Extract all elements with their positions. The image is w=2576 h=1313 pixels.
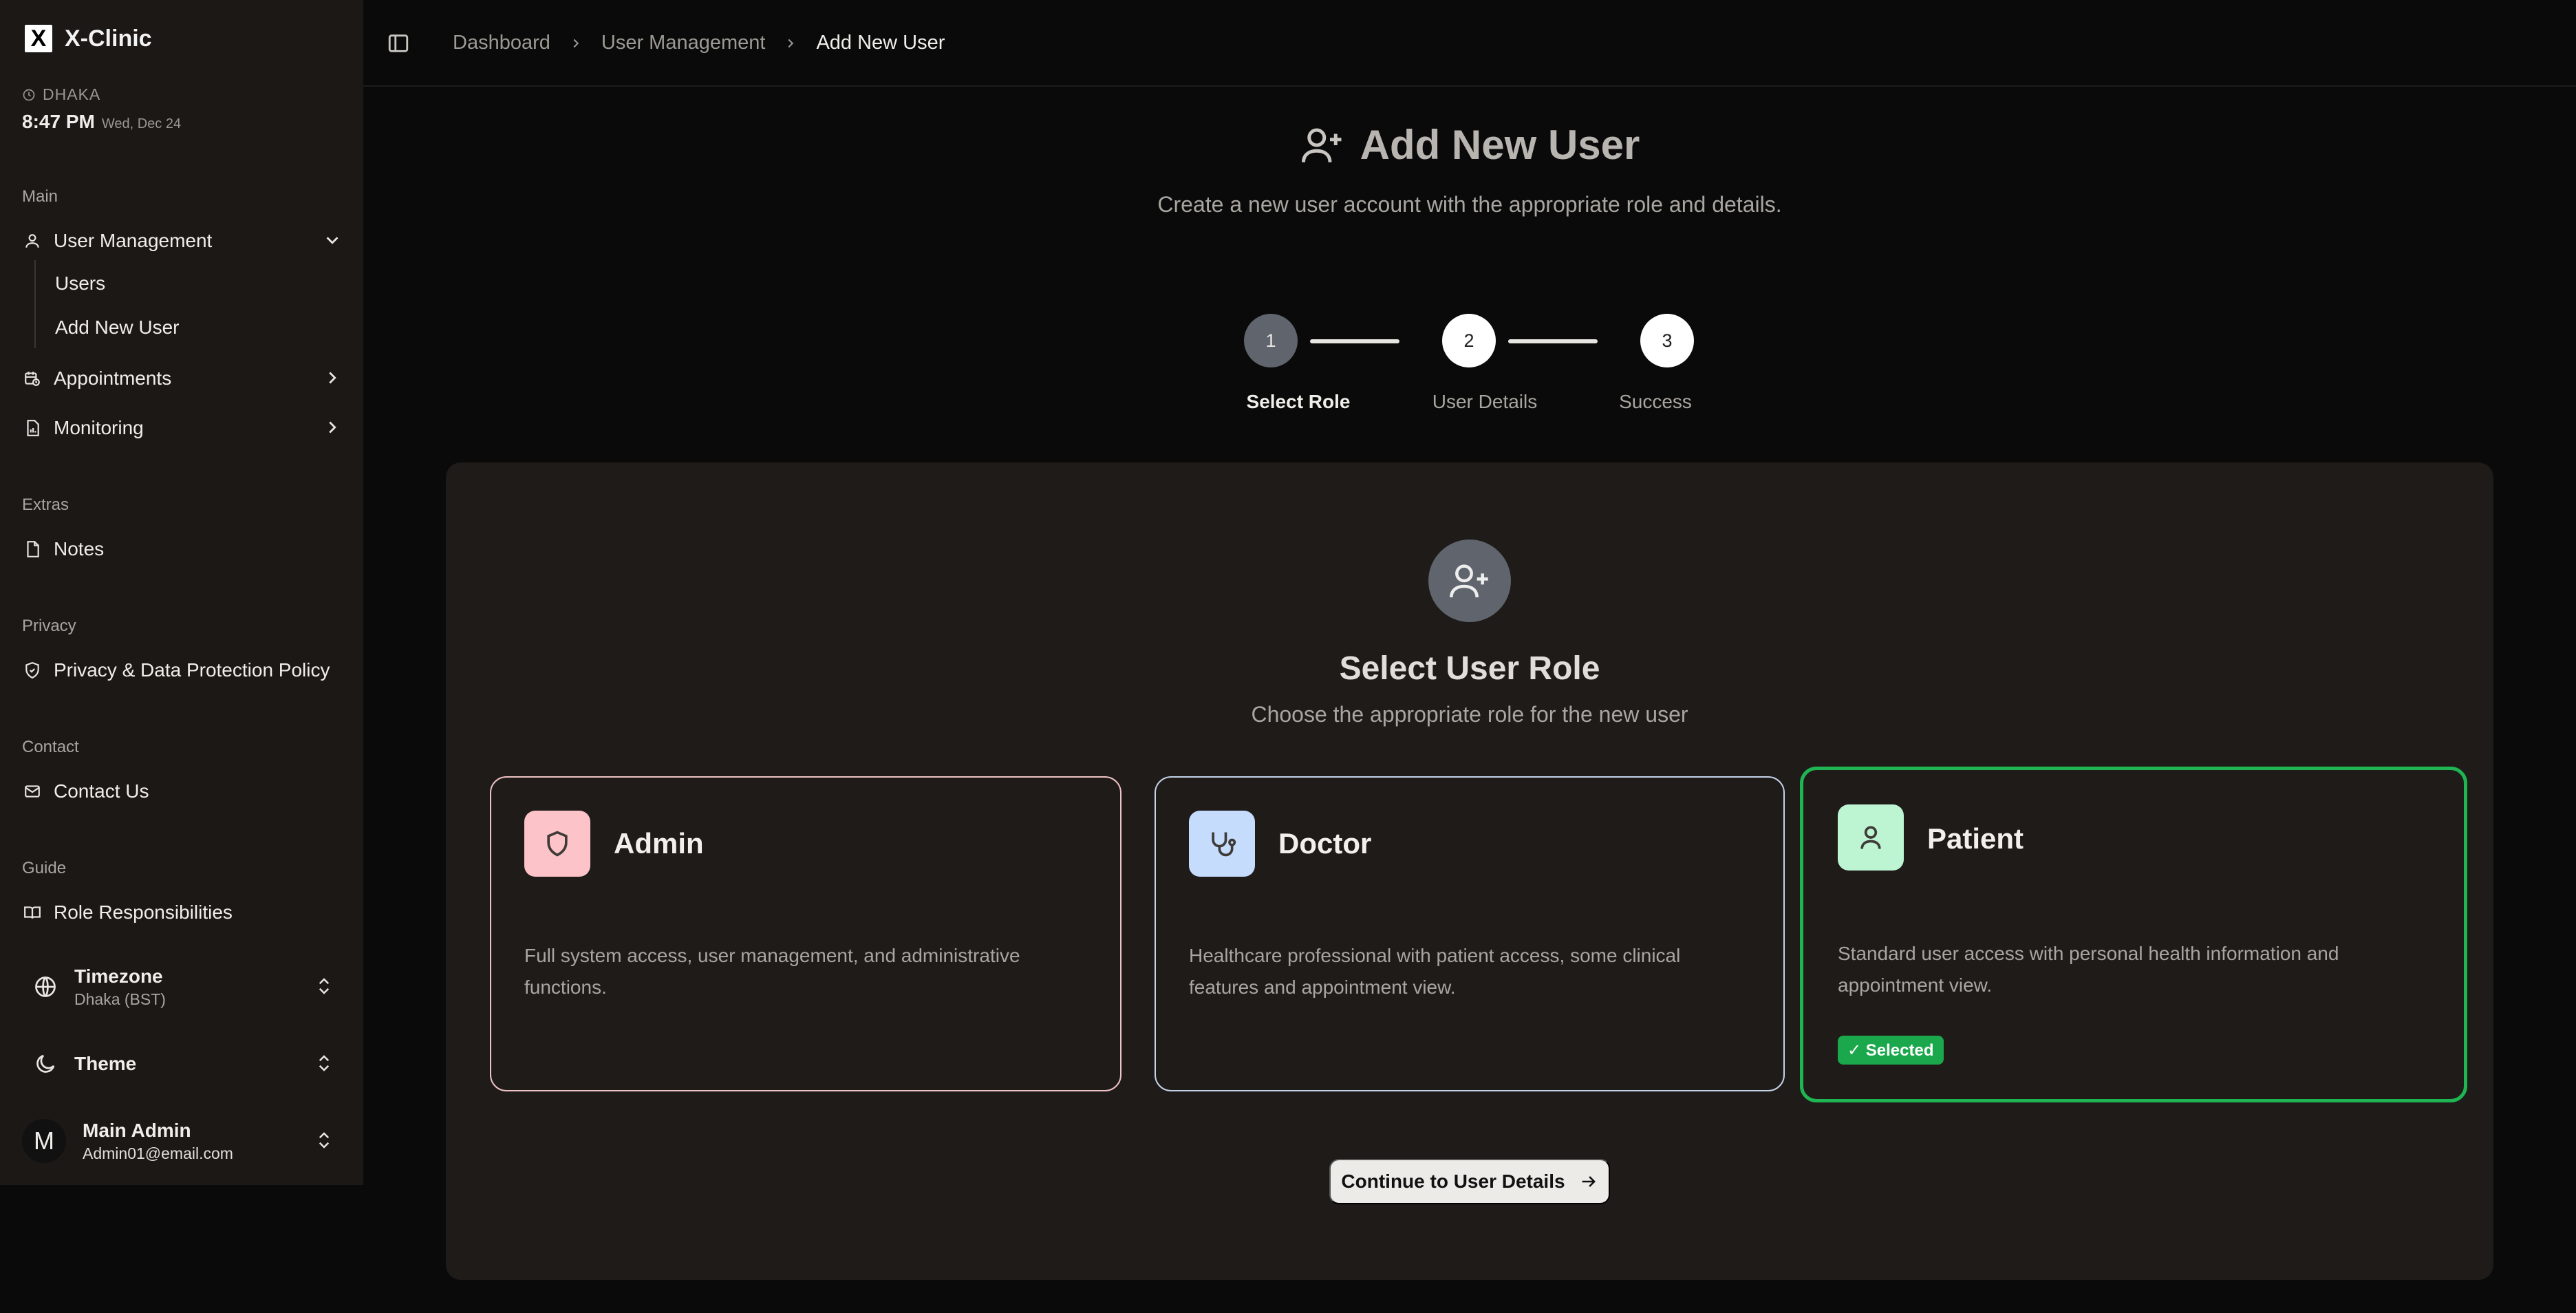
sidebar-item-notes[interactable]: Notes [22, 531, 343, 567]
moon-icon [36, 1054, 55, 1073]
sidebar-item-appointments[interactable]: Appointments [22, 361, 343, 396]
chevrons-up-down-icon [319, 1132, 330, 1149]
chevrons-up-down-icon [319, 1055, 330, 1071]
page-subtitle: Create a new user account with the appro… [1157, 191, 1782, 217]
user-plus-icon [1301, 128, 1342, 162]
user-icon [1838, 804, 1904, 871]
sidebar-subitem-add-new-user[interactable]: Add New User [55, 317, 180, 339]
clock-time: 8:47 PM [22, 111, 95, 132]
sidebar-item-contact-us[interactable]: Contact Us [22, 773, 343, 809]
sidebar-item-label: Monitoring [54, 417, 144, 438]
clock-city: DHAKA [43, 85, 101, 103]
globe-icon [35, 976, 56, 997]
sidebar-subitem-users[interactable]: Users [55, 273, 105, 295]
chevron-right-icon [573, 39, 579, 47]
breadcrumb-dashboard[interactable]: Dashboard [453, 32, 550, 54]
shield-icon [524, 811, 590, 877]
theme-title: Theme [74, 1053, 137, 1074]
clock-icon [23, 89, 35, 100]
page-header: Add New User Create a new user account w… [363, 121, 2576, 217]
sidebar-item-label: Privacy & Data Protection Policy [54, 659, 330, 681]
book-open-icon [22, 902, 43, 923]
continue-button[interactable]: Continue to User Details [1329, 1159, 1610, 1204]
chevron-right-icon [329, 372, 336, 384]
role-description: Standard user access with personal healt… [1838, 943, 2339, 996]
sidebar-item-user-management[interactable]: User Management [22, 223, 343, 259]
shield-check-icon [22, 660, 43, 681]
user-plus-icon [1428, 540, 1511, 622]
user-account-menu[interactable]: M Main Admin Admin01@email.com [22, 1112, 343, 1170]
chevron-down-icon [326, 237, 339, 244]
user-email: Admin01@email.com [83, 1144, 233, 1162]
top-bar: Dashboard User Management Add New User [363, 0, 2576, 87]
sidebar-item-privacy-policy[interactable]: Privacy & Data Protection Policy [22, 652, 343, 688]
brand[interactable]: X X-Clinic [25, 25, 152, 52]
step-2-label: User Details [1432, 391, 1538, 412]
step-3-indicator: 3 [1640, 314, 1694, 367]
role-card-patient[interactable]: Patient Standard user access with person… [1800, 767, 2467, 1102]
role-card-doctor[interactable]: Doctor Healthcare professional with pati… [1155, 776, 1785, 1091]
submenu-divider [34, 260, 36, 348]
sidebar-item-label: Appointments [54, 367, 172, 389]
role-card-admin[interactable]: Admin Full system access, user managemen… [490, 776, 1121, 1091]
step-2-indicator: 2 [1442, 314, 1496, 367]
selected-badge: ✓ Selected [1838, 1036, 1944, 1065]
section-label-privacy: Privacy [22, 617, 76, 635]
section-title: Select User Role [1339, 650, 1600, 687]
breadcrumb: Dashboard User Management Add New User [453, 32, 945, 54]
sidebar-toggle-icon[interactable] [387, 32, 410, 55]
section-label-contact: Contact [22, 738, 79, 756]
role-name: Doctor [1278, 827, 1372, 860]
sidebar-item-role-responsibilities[interactable]: Role Responsibilities [22, 895, 343, 930]
calendar-clock-icon [22, 368, 43, 389]
sidebar-item-label: User Management [54, 230, 213, 251]
role-name: Patient [1927, 822, 2024, 855]
user-icon [22, 231, 43, 251]
timezone-value: Dhaka (BST) [74, 990, 166, 1008]
x-logo-icon: X [25, 25, 52, 52]
arrow-right-icon [1582, 1176, 1596, 1187]
stethoscope-icon [1189, 811, 1255, 877]
user-name: Main Admin [83, 1119, 191, 1141]
clock-date: Wed, Dec 24 [101, 116, 182, 131]
sidebar-item-monitoring[interactable]: Monitoring [22, 410, 343, 446]
role-name: Admin [614, 827, 704, 860]
role-description: Full system access, user management, and… [524, 945, 1020, 998]
theme-selector[interactable]: Theme [22, 1035, 343, 1093]
role-description: Healthcare professional with patient acc… [1189, 945, 1681, 998]
timezone-title: Timezone [74, 965, 163, 987]
role-selection-card: Select User Role Choose the appropriate … [446, 462, 2493, 1280]
avatar: M [22, 1119, 66, 1163]
file-chart-icon [22, 418, 43, 438]
clock-widget: DHAKA 8:47 PM Wed, Dec 24 [22, 85, 181, 133]
section-label-extras: Extras [22, 495, 69, 514]
file-icon [22, 539, 43, 559]
step-connector [1508, 339, 1598, 343]
step-connector [1310, 339, 1399, 343]
page-title: Add New User [1360, 122, 1640, 168]
sidebar-item-label: Role Responsibilities [54, 901, 233, 923]
sidebar: X X-Clinic DHAKA 8:47 PM Wed, Dec 24 Main… [0, 0, 363, 1185]
chevron-right-icon [329, 421, 336, 434]
chevron-right-icon [788, 39, 794, 47]
brand-name: X-Clinic [65, 25, 152, 52]
section-label-guide: Guide [22, 859, 67, 877]
section-subtitle: Choose the appropriate role for the new … [1251, 702, 1688, 727]
step-3-label: Success [1619, 391, 1692, 412]
breadcrumb-current: Add New User [816, 32, 945, 54]
section-label-main: Main [22, 187, 58, 206]
chevrons-up-down-icon [319, 978, 330, 994]
breadcrumb-user-management[interactable]: User Management [601, 32, 766, 54]
sidebar-item-label: Notes [54, 538, 105, 559]
step-1-label: Select Role [1246, 391, 1351, 412]
continue-button-label: Continue to User Details [1341, 1171, 1565, 1192]
sidebar-item-label: Contact Us [54, 780, 149, 802]
mail-icon [22, 781, 43, 802]
timezone-selector[interactable]: Timezone Dhaka (BST) [22, 958, 343, 1016]
step-1-indicator: 1 [1244, 314, 1298, 367]
